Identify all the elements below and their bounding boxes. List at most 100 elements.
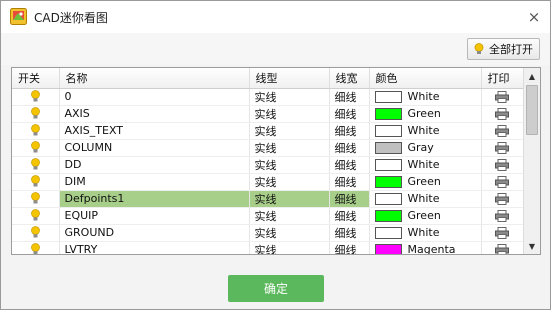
layer-linetype[interactable]: 实线 bbox=[249, 139, 330, 157]
table-row[interactable]: GROUND 实线 细线 White bbox=[12, 224, 524, 242]
column-header-name[interactable]: 名称 bbox=[59, 68, 250, 89]
color-swatch[interactable] bbox=[374, 142, 402, 154]
layer-name[interactable]: AXIS_TEXT bbox=[59, 122, 250, 140]
layer-name[interactable]: DIM bbox=[59, 173, 250, 191]
vertical-scrollbar[interactable]: ▲ ▼ bbox=[523, 68, 540, 254]
table-row[interactable]: 0 实线 细线 White bbox=[12, 88, 524, 106]
layer-linetype[interactable]: 实线 bbox=[249, 105, 330, 123]
color-swatch[interactable] bbox=[374, 193, 402, 205]
color-swatch[interactable] bbox=[374, 210, 402, 222]
layer-linetype[interactable]: 实线 bbox=[249, 173, 330, 191]
layer-switch-cell[interactable] bbox=[12, 122, 60, 140]
layer-color-cell[interactable]: Green bbox=[369, 207, 482, 225]
lightbulb-on-icon[interactable] bbox=[30, 243, 41, 255]
layer-switch-cell[interactable] bbox=[12, 139, 60, 157]
layer-lineweight[interactable]: 细线 bbox=[329, 139, 370, 157]
layer-name[interactable]: EQUIP bbox=[59, 207, 250, 225]
layer-print-cell[interactable] bbox=[481, 88, 524, 106]
layer-lineweight[interactable]: 细线 bbox=[329, 122, 370, 140]
table-row[interactable]: AXIS 实线 细线 Green bbox=[12, 105, 524, 123]
layer-name[interactable]: DD bbox=[59, 156, 250, 174]
layer-linetype[interactable]: 实线 bbox=[249, 122, 330, 140]
layer-lineweight[interactable]: 细线 bbox=[329, 190, 370, 208]
table-row[interactable]: LVTRY 实线 细线 Magenta bbox=[12, 241, 524, 255]
printer-icon[interactable] bbox=[495, 193, 509, 205]
layer-linetype[interactable]: 实线 bbox=[249, 190, 330, 208]
layer-name[interactable]: GROUND bbox=[59, 224, 250, 242]
printer-icon[interactable] bbox=[495, 244, 509, 255]
printer-icon[interactable] bbox=[495, 91, 509, 103]
layer-print-cell[interactable] bbox=[481, 224, 524, 242]
layer-name[interactable]: AXIS bbox=[59, 105, 250, 123]
printer-icon[interactable] bbox=[495, 227, 509, 239]
layer-lineweight[interactable]: 细线 bbox=[329, 105, 370, 123]
layer-print-cell[interactable] bbox=[481, 241, 524, 255]
layer-switch-cell[interactable] bbox=[12, 88, 60, 106]
layer-linetype[interactable]: 实线 bbox=[249, 156, 330, 174]
layer-color-cell[interactable]: Gray bbox=[369, 139, 482, 157]
layer-print-cell[interactable] bbox=[481, 207, 524, 225]
column-header-color[interactable]: 颜色 bbox=[369, 68, 482, 89]
layer-lineweight[interactable]: 细线 bbox=[329, 207, 370, 225]
table-row[interactable]: AXIS_TEXT 实线 细线 White bbox=[12, 122, 524, 140]
lightbulb-on-icon[interactable] bbox=[30, 107, 41, 120]
layer-linetype[interactable]: 实线 bbox=[249, 207, 330, 225]
lightbulb-on-icon[interactable] bbox=[30, 175, 41, 188]
layer-switch-cell[interactable] bbox=[12, 105, 60, 123]
layer-lineweight[interactable]: 细线 bbox=[329, 241, 370, 254]
layer-color-cell[interactable]: White bbox=[369, 224, 482, 242]
layer-switch-cell[interactable] bbox=[12, 173, 60, 191]
color-swatch[interactable] bbox=[374, 176, 402, 188]
column-header-switch[interactable]: 开关 bbox=[12, 68, 60, 89]
layer-lineweight[interactable]: 细线 bbox=[329, 88, 370, 106]
table-row[interactable]: COLUMN 实线 细线 Gray bbox=[12, 139, 524, 157]
lightbulb-on-icon[interactable] bbox=[30, 192, 41, 205]
lightbulb-on-icon[interactable] bbox=[30, 158, 41, 171]
lightbulb-on-icon[interactable] bbox=[30, 226, 41, 239]
layer-lineweight[interactable]: 细线 bbox=[329, 173, 370, 191]
lightbulb-on-icon[interactable] bbox=[30, 209, 41, 222]
layer-print-cell[interactable] bbox=[481, 156, 524, 174]
scroll-down-icon[interactable]: ▼ bbox=[524, 238, 540, 254]
layer-color-cell[interactable]: Green bbox=[369, 105, 482, 123]
layer-linetype[interactable]: 实线 bbox=[249, 88, 330, 106]
layer-print-cell[interactable] bbox=[481, 190, 524, 208]
layer-switch-cell[interactable] bbox=[12, 224, 60, 242]
table-row[interactable]: DIM 实线 细线 Green bbox=[12, 173, 524, 191]
lightbulb-on-icon[interactable] bbox=[30, 90, 41, 103]
layer-print-cell[interactable] bbox=[481, 105, 524, 123]
layer-switch-cell[interactable] bbox=[12, 241, 60, 255]
layer-switch-cell[interactable] bbox=[12, 190, 60, 208]
table-row[interactable]: EQUIP 实线 细线 Green bbox=[12, 207, 524, 225]
printer-icon[interactable] bbox=[495, 176, 509, 188]
column-header-print[interactable]: 打印 bbox=[481, 68, 524, 89]
printer-icon[interactable] bbox=[495, 108, 509, 120]
layer-color-cell[interactable]: White bbox=[369, 156, 482, 174]
lightbulb-on-icon[interactable] bbox=[30, 124, 41, 137]
layer-linetype[interactable]: 实线 bbox=[249, 241, 330, 254]
color-swatch[interactable] bbox=[374, 91, 402, 103]
layer-name[interactable]: 0 bbox=[59, 88, 250, 106]
printer-icon[interactable] bbox=[495, 210, 509, 222]
color-swatch[interactable] bbox=[374, 244, 402, 254]
layer-name[interactable]: COLUMN bbox=[59, 139, 250, 157]
layer-print-cell[interactable] bbox=[481, 173, 524, 191]
table-row[interactable]: DD 实线 细线 White bbox=[12, 156, 524, 174]
color-swatch[interactable] bbox=[374, 125, 402, 137]
scroll-up-icon[interactable]: ▲ bbox=[524, 68, 540, 84]
lightbulb-on-icon[interactable] bbox=[30, 141, 41, 154]
layer-linetype[interactable]: 实线 bbox=[249, 224, 330, 242]
layer-name[interactable]: LVTRY bbox=[59, 241, 250, 254]
color-swatch[interactable] bbox=[374, 159, 402, 171]
layer-color-cell[interactable]: White bbox=[369, 88, 482, 106]
layer-color-cell[interactable]: White bbox=[369, 190, 482, 208]
layer-color-cell[interactable]: White bbox=[369, 122, 482, 140]
table-row[interactable]: Defpoints1 实线 细线 White bbox=[12, 190, 524, 208]
close-button[interactable]: × bbox=[524, 7, 544, 27]
layer-print-cell[interactable] bbox=[481, 139, 524, 157]
open-all-button[interactable]: 全部打开 bbox=[467, 38, 540, 60]
color-swatch[interactable] bbox=[374, 227, 402, 239]
printer-icon[interactable] bbox=[495, 159, 509, 171]
column-header-linetype[interactable]: 线型 bbox=[249, 68, 330, 89]
printer-icon[interactable] bbox=[495, 125, 509, 137]
